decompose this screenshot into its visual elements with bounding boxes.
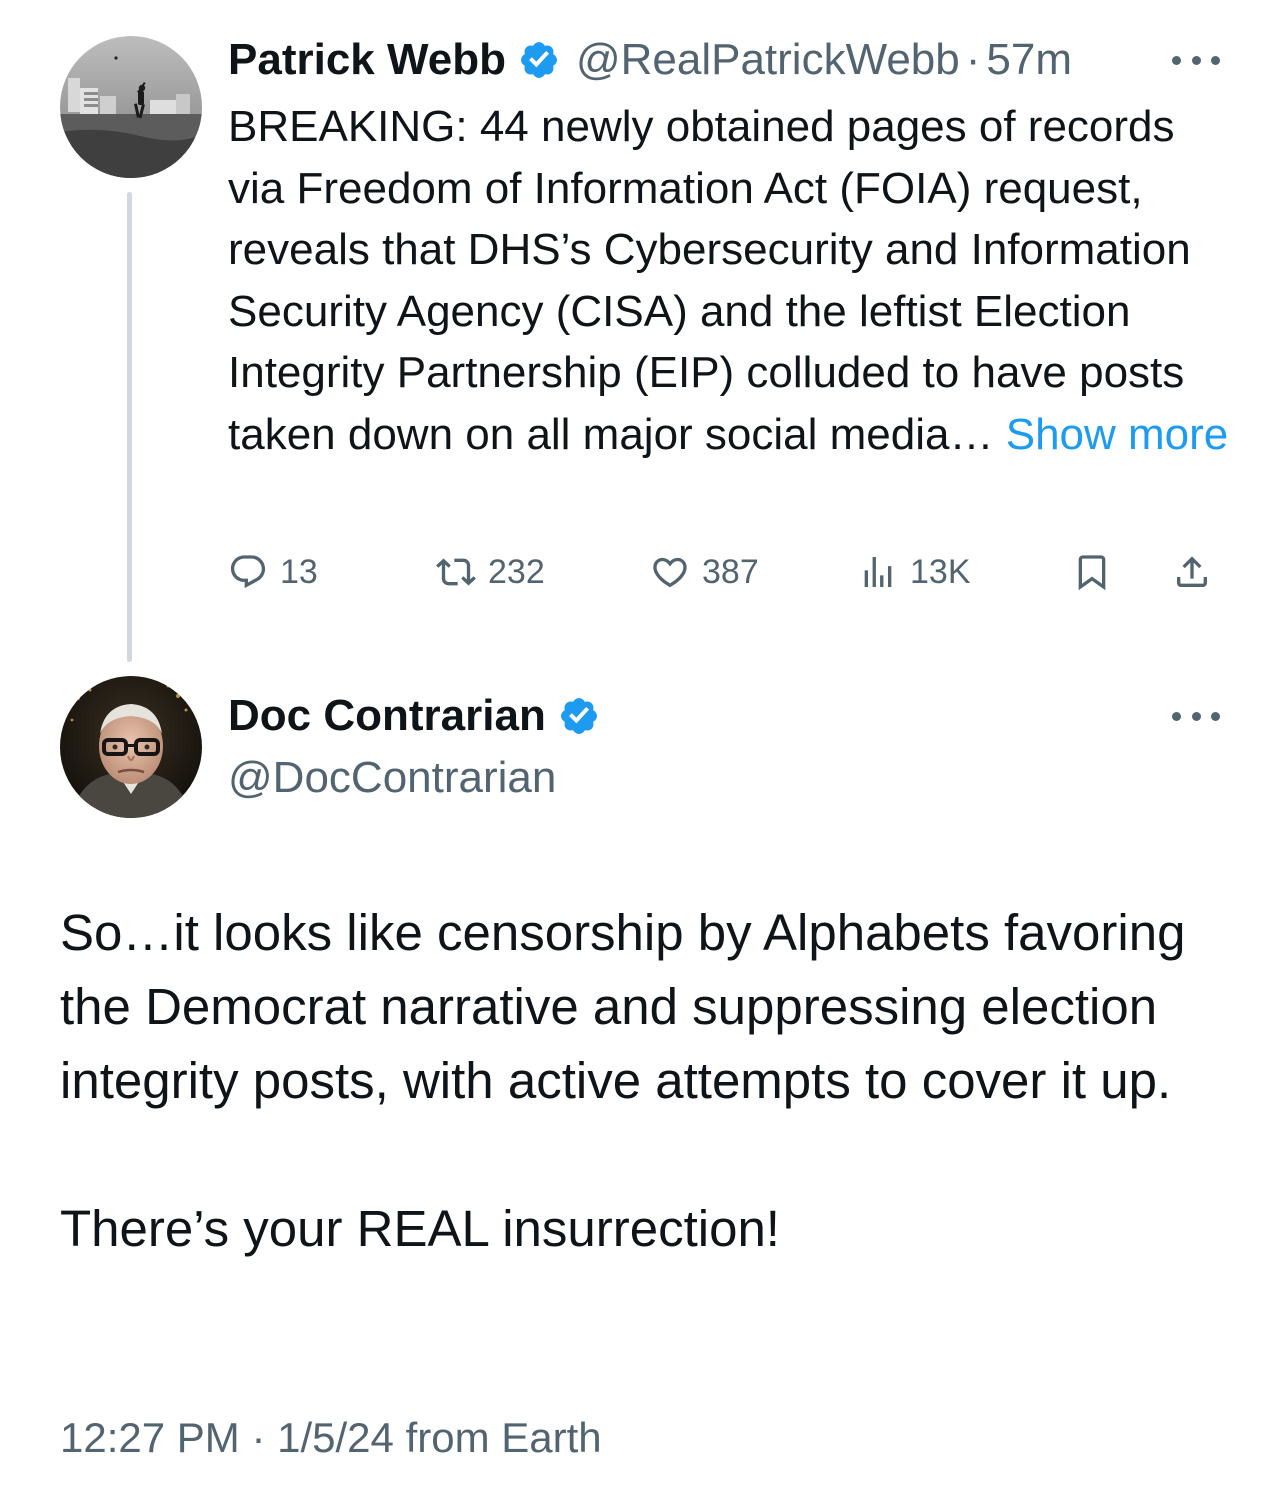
parent-tweet-header: Patrick Webb @RealPatrickWebb · 57m (228, 34, 1072, 86)
reply-count: 13 (280, 552, 318, 591)
parent-handle[interactable]: @RealPatrickWebb (576, 34, 960, 86)
doc-contrarian-avatar[interactable] (60, 676, 202, 818)
verified-badge-icon[interactable] (558, 695, 600, 737)
parent-display-name[interactable]: Patrick Webb (228, 34, 506, 86)
tweet-time[interactable]: 12:27 PM (60, 1414, 240, 1461)
main-tweet-author: Doc Contrarian (228, 690, 616, 742)
parent-timestamp[interactable]: 57m (986, 34, 1072, 86)
parent-tweet-text: BREAKING: 44 newly obtained pages of rec… (228, 96, 1238, 465)
show-more-link[interactable]: Show more (1006, 410, 1229, 459)
retweet-button[interactable]: 232 (436, 548, 545, 596)
main-handle[interactable]: @DocContrarian (228, 752, 556, 804)
reply-icon (230, 555, 266, 589)
views-icon (864, 557, 892, 587)
separator-dot: · (965, 35, 981, 84)
patrick-webb-avatar[interactable] (60, 36, 202, 178)
tweet-location: from Earth (405, 1414, 602, 1461)
tweet-thread: Patrick Webb @RealPatrickWebb · 57m BREA… (0, 0, 1284, 1491)
reply-button[interactable]: 13 (228, 548, 318, 596)
views-button[interactable]: 13K (858, 548, 971, 596)
main-tweet-text: So…it looks like censorship by Alphabets… (60, 896, 1240, 1266)
main-display-name[interactable]: Doc Contrarian (228, 690, 546, 742)
verified-badge-icon[interactable] (518, 39, 560, 81)
like-count: 387 (702, 552, 759, 591)
tweet-date[interactable]: 1/5/24 (277, 1414, 394, 1461)
main-tweet-paragraph-1: So…it looks like censorship by Alphabets… (60, 904, 1186, 1109)
like-button[interactable]: 387 (650, 548, 759, 596)
thread-connector-line (127, 192, 132, 662)
like-icon (653, 557, 687, 588)
main-tweet-paragraph-2: There’s your REAL insurrection! (60, 1200, 780, 1257)
share-button[interactable] (1172, 548, 1212, 596)
retweet-icon (436, 558, 476, 586)
main-more-icon[interactable] (1172, 706, 1220, 726)
bookmark-button[interactable] (1072, 548, 1112, 596)
share-icon (1177, 556, 1207, 587)
separator-dot: · (251, 1414, 266, 1461)
parent-tweet-body: BREAKING: 44 newly obtained pages of rec… (228, 102, 1191, 459)
retweet-count: 232 (488, 552, 545, 591)
bookmark-icon (1078, 555, 1106, 591)
views-count: 13K (910, 552, 971, 591)
parent-more-icon[interactable] (1172, 50, 1220, 70)
tweet-meta: 12:27 PM · 1/5/24 from Earth (60, 1412, 602, 1464)
